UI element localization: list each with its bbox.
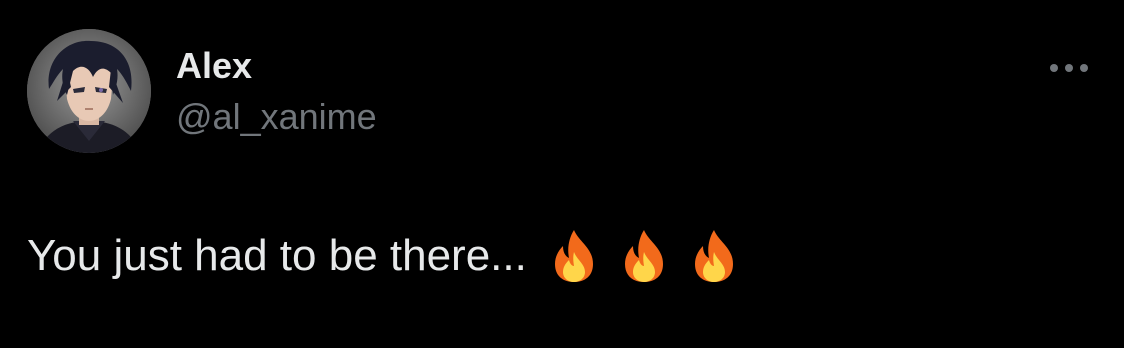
fire-icon [694,230,733,282]
display-name[interactable]: Alex [176,44,252,88]
tweet-text: You just had to be there... [27,228,739,284]
ellipsis-icon [1050,64,1088,72]
fire-icon [624,230,663,282]
username-handle[interactable]: @al_xanime [176,95,377,139]
anime-character-avatar-icon [27,29,151,153]
avatar[interactable] [27,29,151,153]
tweet-card: Alex @al_xanime You just had to be there… [0,0,1124,348]
fire-icon [554,230,593,282]
tweet-text-content: You just had to be there... [27,231,527,280]
more-options-button[interactable] [1040,50,1100,86]
emoji-group [549,228,739,284]
